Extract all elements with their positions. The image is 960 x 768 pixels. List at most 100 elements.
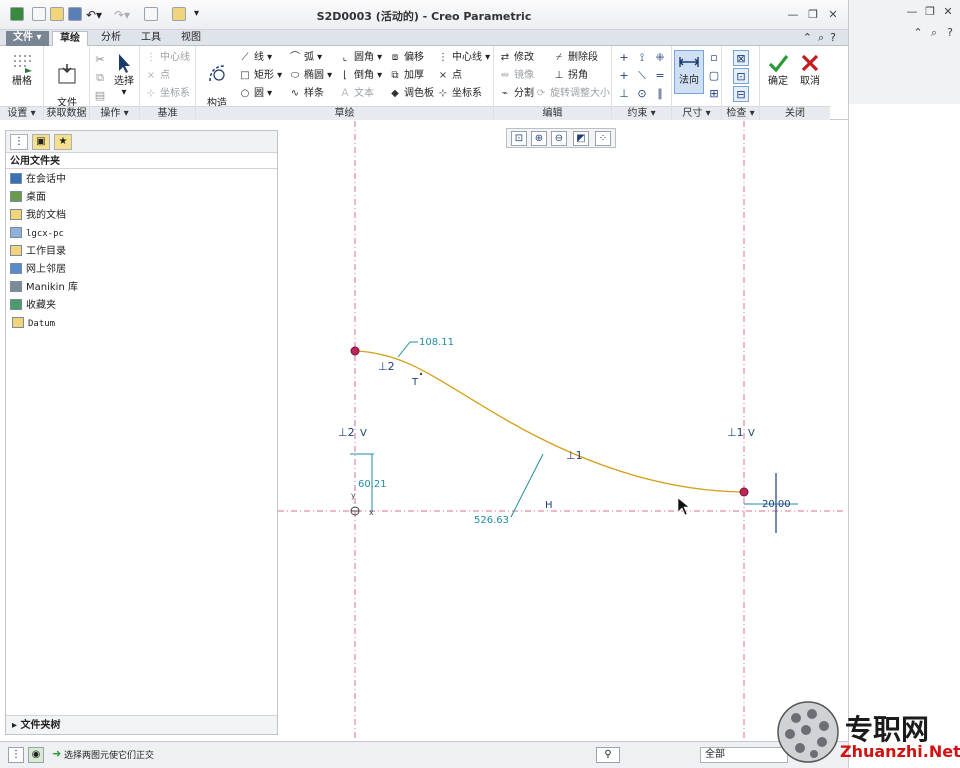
chamfer-button[interactable]: ⌊ 倒角 ▾: [338, 68, 382, 84]
radius-dimension[interactable]: 526.63: [474, 515, 509, 526]
vertical-left-label[interactable]: V: [360, 428, 367, 439]
arc-button[interactable]: ⌒ 弧 ▾: [288, 50, 322, 66]
copy-icon[interactable]: ⧉: [92, 70, 108, 86]
bg-collapse-icon[interactable]: ⌃: [911, 26, 925, 40]
line-button[interactable]: ⟋ 线 ▾: [238, 50, 273, 66]
rectangle-button[interactable]: □ 矩形 ▾: [238, 68, 282, 84]
close-icon[interactable]: ✕: [826, 8, 840, 22]
perpendicular-1-mid-label[interactable]: ⊥1: [566, 449, 583, 462]
shade-closed-loops-icon[interactable]: ⊟: [733, 86, 749, 102]
tab-file[interactable]: 文件 ▾: [6, 31, 49, 46]
tab-tools[interactable]: 工具: [134, 31, 168, 46]
ok-button[interactable]: 确定: [764, 52, 792, 87]
paste-icon[interactable]: ▤: [92, 88, 108, 104]
delete-segment-button[interactable]: ⌿ 删除段: [552, 50, 598, 66]
equal-constraint-icon[interactable]: =: [652, 68, 668, 84]
folder-manikin-library[interactable]: Manikin 库: [10, 279, 78, 297]
palette-button[interactable]: ◆ 调色板: [388, 86, 434, 102]
horizontal-label[interactable]: H: [545, 500, 553, 511]
perimeter-dimension-icon[interactable]: ▫: [706, 50, 722, 66]
perpendicular-1-right-label[interactable]: ⊥1: [727, 426, 744, 439]
divide-button[interactable]: ⌁ 分割: [498, 86, 534, 102]
sketch-centerline-button[interactable]: ⋮ 中心线 ▾: [436, 50, 490, 66]
spline-end-point[interactable]: [739, 487, 749, 497]
folder-network[interactable]: 网上邻居: [10, 261, 66, 279]
graphics-area[interactable]: 108.11 60.21 526.63 20.00 ⊥2 T ⊥2 V ⊥1 ⊥…: [278, 121, 844, 741]
dimension-group-label[interactable]: 尺寸 ▾: [672, 106, 721, 120]
bg-search-icon[interactable]: ⌕: [927, 26, 941, 40]
minimize-icon[interactable]: —: [786, 8, 800, 22]
midpoint-constraint-icon[interactable]: ⟍: [634, 68, 650, 84]
offset-button[interactable]: ⧈ 偏移: [388, 50, 424, 66]
vertical-right-label[interactable]: V: [748, 428, 755, 439]
coincident-constraint-icon[interactable]: ⊙: [634, 86, 650, 102]
bg-restore-icon[interactable]: ❐: [923, 5, 937, 19]
browser-toggle-icon[interactable]: ◉: [28, 747, 44, 763]
folder-computer[interactable]: lgcx-pc: [10, 225, 64, 243]
spline-button[interactable]: ∿ 样条: [288, 86, 324, 102]
folder-in-session[interactable]: 在会话中: [10, 171, 66, 189]
folder-working-directory[interactable]: 工作目录: [10, 243, 66, 261]
favorites-tab-icon[interactable]: ★: [54, 134, 72, 150]
normal-dimension-button[interactable]: 法向: [674, 50, 704, 94]
mirror-button[interactable]: ⇹ 镜像: [498, 68, 534, 84]
tab-analysis[interactable]: 分析: [94, 31, 128, 46]
tangent-label[interactable]: T: [411, 377, 419, 388]
tangent-constraint-icon[interactable]: ⟟: [634, 50, 650, 66]
perpendicular-2-top-label[interactable]: ⊥2: [378, 360, 395, 373]
height-dimension[interactable]: 60.21: [358, 479, 387, 490]
perpendicular-2-left-label[interactable]: ⊥2: [338, 426, 355, 439]
datum-centerline-button[interactable]: ⋮ 中心线: [144, 50, 190, 66]
datum-csys-button[interactable]: ⊹ 坐标系: [144, 86, 190, 102]
rotate-resize-button[interactable]: ⟳ 旋转调整大小: [534, 86, 610, 102]
circle-button[interactable]: ○ 圆 ▾: [238, 86, 273, 102]
symmetric-constraint-icon[interactable]: ⁜: [652, 50, 668, 66]
navigator-toggle-icon[interactable]: ⋮: [8, 747, 24, 763]
constrain-group-label[interactable]: 约束 ▾: [612, 106, 671, 120]
folder-favorites[interactable]: 收藏夹: [10, 297, 56, 315]
bg-help-icon[interactable]: ?: [943, 26, 957, 40]
refit-icon[interactable]: ⊡: [511, 131, 527, 146]
cancel-button[interactable]: 取消: [796, 52, 824, 87]
cut-icon[interactable]: ✂: [92, 52, 108, 68]
setup-group-label[interactable]: 设置 ▾: [0, 106, 43, 120]
thicken-button[interactable]: ⧉ 加厚: [388, 68, 424, 84]
text-button[interactable]: Ａ 文本: [338, 86, 374, 102]
operations-group-label[interactable]: 操作 ▾: [90, 106, 139, 120]
sketch-csys-button[interactable]: ⊹ 坐标系: [436, 86, 482, 102]
help-icon[interactable]: ?: [830, 31, 842, 44]
sketch-display-filters-icon[interactable]: ⁘: [595, 131, 611, 146]
find-icon[interactable]: ⚲: [596, 747, 620, 763]
overlapping-geometry-icon[interactable]: ⊠: [733, 50, 749, 66]
vertical-constraint-icon[interactable]: +: [616, 50, 632, 66]
modify-button[interactable]: ⇄ 修改: [498, 50, 534, 66]
fillet-button[interactable]: ⌞ 圆角 ▾: [338, 50, 383, 66]
grid-button[interactable]: 栅格: [4, 52, 40, 87]
folder-tree-toggle[interactable]: ▸ 文件夹树: [6, 715, 277, 734]
select-button[interactable]: 选择 ▾: [110, 52, 138, 98]
sketch-point-button[interactable]: × 点: [436, 68, 462, 84]
restore-icon[interactable]: ❐: [806, 8, 820, 22]
spline-start-point[interactable]: [350, 346, 360, 356]
bg-close-icon[interactable]: ✕: [941, 5, 955, 19]
ellipse-button[interactable]: ⬭ 椭圆 ▾: [288, 68, 332, 84]
parallel-constraint-icon[interactable]: ∥: [652, 86, 668, 102]
sketch-spline[interactable]: [354, 350, 745, 493]
bg-minimize-icon[interactable]: —: [905, 5, 919, 19]
display-style-icon[interactable]: ◩: [573, 131, 589, 146]
perpendicular-constraint-icon[interactable]: ⊥: [616, 86, 632, 102]
end-offset-dimension[interactable]: 20.00: [762, 499, 791, 510]
search-icon[interactable]: ⌕: [818, 31, 830, 44]
minimize-ribbon-icon[interactable]: ⌃: [803, 31, 818, 44]
sketch-canvas[interactable]: 108.11 60.21 526.63 20.00 ⊥2 T ⊥2 V ⊥1 ⊥…: [278, 121, 844, 741]
highlight-open-ends-icon[interactable]: ⊡: [733, 68, 749, 84]
corner-button[interactable]: ⊥ 拐角: [552, 68, 588, 84]
selection-filter[interactable]: 全部: [700, 747, 788, 763]
model-tree-tab-icon[interactable]: ⋮: [10, 134, 28, 150]
zoom-in-icon[interactable]: ⊕: [531, 131, 547, 146]
folder-desktop[interactable]: 桌面: [10, 189, 46, 207]
baseline-dimension-icon[interactable]: ⊞: [706, 86, 722, 102]
tab-view[interactable]: 视图: [174, 31, 208, 46]
folder-browser-tab-icon[interactable]: ▣: [32, 134, 50, 150]
reference-dimension-icon[interactable]: ▢: [706, 68, 722, 84]
